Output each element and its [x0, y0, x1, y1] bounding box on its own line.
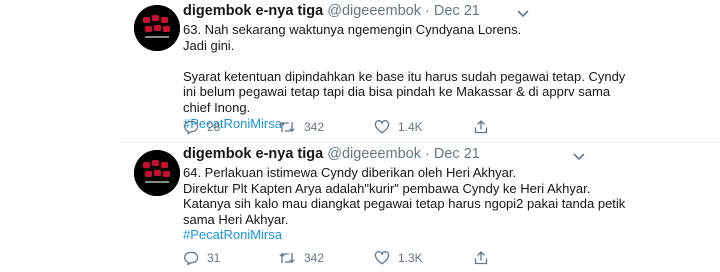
tweet[interactable]: digembok e-nya tiga @digeeembok · Dec 21… — [120, 143, 720, 272]
tweet-feed: digembok e-nya tiga @digeeembok · Dec 21… — [0, 0, 720, 272]
retweet-count: 342 — [304, 120, 325, 134]
reply-button[interactable]: 28 — [183, 118, 220, 136]
tweet-content: digembok e-nya tiga @digeeembok · Dec 21… — [183, 3, 703, 131]
reply-count: 31 — [207, 251, 221, 265]
like-icon — [374, 251, 390, 265]
share-button[interactable] — [473, 118, 489, 136]
tweet-actions: 31 342 1.3K — [183, 249, 623, 267]
tweet-line: Syarat ketentuan dipindahkan ke base itu… — [183, 68, 626, 84]
like-count: 1.3K — [398, 251, 423, 265]
reply-button[interactable]: 31 — [183, 249, 220, 267]
tweet-line: sama Heri Akhyar. — [183, 211, 289, 227]
avatar-logo — [134, 150, 180, 196]
retweet-button[interactable]: 342 — [278, 118, 324, 136]
tweet-line: ini belum pegawai tetap tapi dia bisa pi… — [183, 84, 611, 100]
share-icon — [474, 120, 488, 134]
retweet-count: 342 — [304, 251, 325, 265]
handle[interactable]: @digeeembok — [327, 3, 421, 19]
tweet-content: digembok e-nya tiga @digeeembok · Dec 21… — [183, 146, 703, 243]
separator: · — [425, 3, 430, 19]
like-icon — [374, 120, 390, 134]
reply-icon — [184, 120, 199, 135]
reply-count: 28 — [207, 120, 221, 134]
share-icon — [474, 251, 488, 265]
retweet-icon — [279, 122, 295, 132]
tweet-date[interactable]: Dec 21 — [434, 146, 480, 162]
tweet-line: chief Inong. — [183, 99, 251, 115]
like-button[interactable]: 1.4K — [374, 118, 423, 136]
avatar[interactable] — [134, 150, 180, 196]
separator: · — [425, 146, 430, 162]
tweet-date[interactable]: Dec 21 — [434, 3, 480, 19]
display-name[interactable]: digembok e-nya tiga — [183, 146, 323, 162]
display-name[interactable]: digembok e-nya tiga — [183, 3, 323, 19]
tweet-header: digembok e-nya tiga @digeeembok · Dec 21 — [183, 146, 703, 163]
tweet[interactable]: digembok e-nya tiga @digeeembok · Dec 21… — [120, 0, 720, 142]
tweet-line: Direktur Plt Kapten Arya adalah"kurir" p… — [183, 180, 591, 196]
tweet-line: 64. Perlakuan istimewa Cyndy diberikan o… — [183, 165, 517, 180]
retweet-icon — [279, 253, 295, 263]
tweet-header: digembok e-nya tiga @digeeembok · Dec 21 — [183, 3, 703, 20]
share-button[interactable] — [473, 249, 489, 267]
retweet-button[interactable]: 342 — [278, 249, 324, 267]
hashtag-link[interactable]: #PecatRoniMirsa — [183, 227, 703, 243]
chevron-down-icon[interactable] — [572, 150, 586, 164]
tweet-text: 64. Perlakuan istimewa Cyndy diberikan o… — [183, 165, 703, 243]
like-button[interactable]: 1.3K — [374, 249, 423, 267]
avatar-logo — [134, 5, 180, 51]
handle[interactable]: @digeeembok — [327, 146, 421, 162]
tweet-line-gap — [183, 53, 703, 69]
tweet-line: Jadi gini. — [183, 37, 235, 53]
tweet-text: 63. Nah sekarang waktunya ngemengin Cynd… — [183, 22, 703, 131]
like-count: 1.4K — [398, 120, 423, 134]
tweet-line: Katanya sih kalo mau diangkat pegawai te… — [183, 196, 626, 212]
avatar[interactable] — [134, 5, 180, 51]
tweet-line: 63. Nah sekarang waktunya ngemengin Cynd… — [183, 22, 522, 37]
chevron-down-icon[interactable] — [516, 7, 530, 21]
tweet-actions: 28 342 1.4K — [183, 118, 623, 136]
reply-icon — [184, 251, 199, 266]
